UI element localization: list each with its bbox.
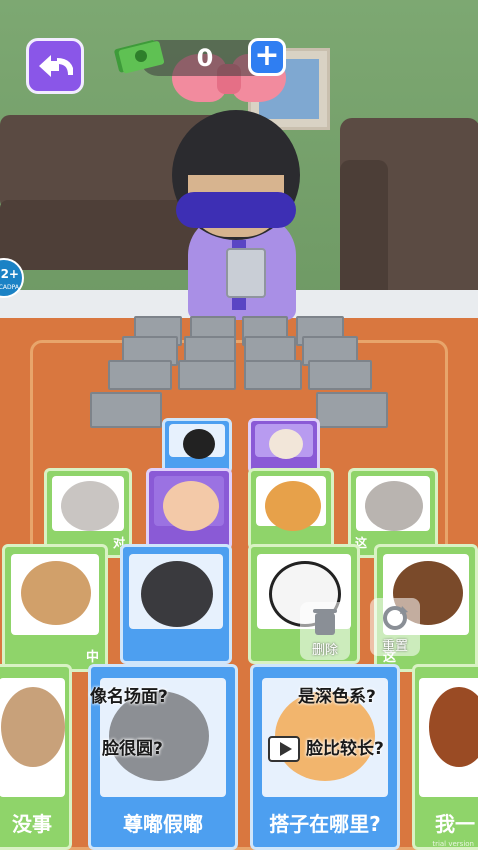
character-card[interactable]: 中 [2, 544, 108, 672]
character-card[interactable]: 我一 [412, 664, 478, 850]
trash-icon [313, 609, 337, 635]
character-sleep-mask [176, 192, 296, 228]
chair [308, 360, 372, 390]
question-option[interactable]: 像名场面? [80, 680, 178, 714]
character-card[interactable] [248, 418, 320, 474]
chair [90, 392, 162, 428]
money-value: 0 [196, 44, 214, 72]
character-card[interactable]: 没事 [0, 664, 72, 850]
watermark: trial version [432, 840, 474, 848]
chair [108, 360, 172, 390]
back-button[interactable] [26, 38, 84, 94]
back-arrow-icon [39, 55, 73, 77]
chair [244, 360, 302, 390]
question-option[interactable]: 是深色系? [288, 680, 386, 714]
refresh-icon [383, 606, 408, 630]
delete-button[interactable]: 删除 [300, 602, 350, 660]
cash-icon [114, 40, 164, 74]
couch-right-arm [340, 160, 388, 300]
question-option[interactable]: 脸很圆? [92, 732, 173, 766]
character-card[interactable] [120, 544, 232, 664]
add-money-button[interactable]: + [248, 38, 286, 76]
chair [178, 360, 236, 390]
character-card[interactable] [248, 468, 334, 550]
chair [316, 392, 388, 428]
character-card[interactable] [146, 468, 232, 550]
character-clipboard [226, 248, 266, 298]
reset-button[interactable]: 重置 [370, 598, 420, 656]
character-card[interactable] [162, 418, 232, 474]
question-option[interactable]: 脸比较长? [296, 732, 394, 766]
